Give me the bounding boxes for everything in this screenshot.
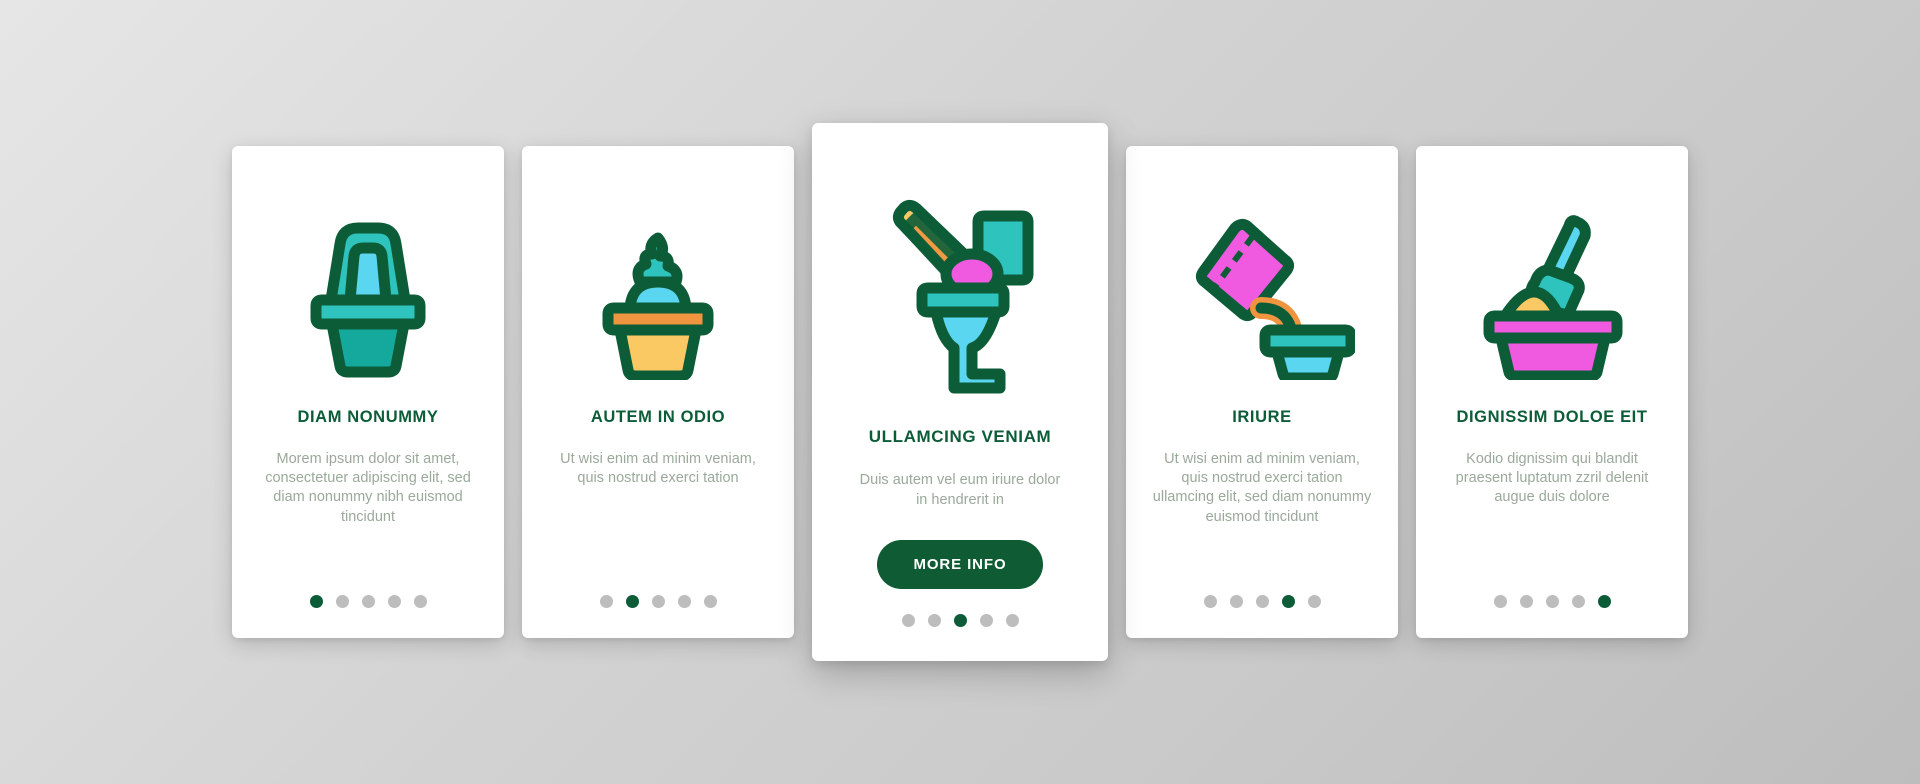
card-body-text: Kodio dignissim qui blandit praesent lup… xyxy=(1455,450,1649,506)
pagination-dot-5[interactable] xyxy=(1307,595,1321,608)
pagination-dots xyxy=(1126,595,1398,608)
litter-box-icon xyxy=(310,222,426,378)
pagination-dot-3[interactable] xyxy=(651,595,665,608)
card-autem-in-odio[interactable]: AUTEM IN ODIO Ut wisi enim ad minim venia… xyxy=(522,146,794,638)
card-body-text: Ut wisi enim ad minim veniam, quis nostr… xyxy=(560,450,756,487)
pagination-dot-5[interactable] xyxy=(413,595,427,608)
card-title: IRIURE xyxy=(1232,408,1292,426)
pouring-bag-tray-icon-wrapper xyxy=(1144,176,1380,408)
card-title: DIGNISSIM DOLOE EIT xyxy=(1456,408,1648,426)
pagination-dot-2[interactable] xyxy=(335,595,349,608)
scoop-in-tray-icon xyxy=(1483,215,1623,380)
pagination-dot-4-active[interactable] xyxy=(1281,595,1295,608)
toilet-brush-icon xyxy=(892,199,1034,394)
pagination-dot-4[interactable] xyxy=(387,595,401,608)
pagination-dot-2-active[interactable] xyxy=(625,595,639,608)
pagination-dot-4[interactable] xyxy=(1571,595,1585,608)
pagination-dot-1-active[interactable] xyxy=(309,595,323,608)
pagination-dot-1[interactable] xyxy=(1203,595,1217,608)
card-dignissim-doloe-eit[interactable]: DIGNISSIM DOLOE EIT Kodio dignissim qui b… xyxy=(1416,146,1688,638)
pagination-dot-4[interactable] xyxy=(677,595,691,608)
pagination-dot-5[interactable] xyxy=(703,595,717,608)
pagination-dots xyxy=(812,614,1108,627)
pagination-dot-2[interactable] xyxy=(1229,595,1243,608)
pagination-dot-1[interactable] xyxy=(599,595,613,608)
litter-scoop-pile-icon-wrapper xyxy=(540,176,776,408)
pagination-dots xyxy=(232,595,504,608)
card-ullamcing-veniam[interactable]: ULLAMCING VENIAM Duis autem vel eum iriur… xyxy=(812,123,1108,661)
pagination-dot-3[interactable] xyxy=(361,595,375,608)
more-info-button[interactable]: MORE INFO xyxy=(877,539,1043,589)
card-body-text: Duis autem vel eum iriure dolor in hendr… xyxy=(859,472,1061,508)
card-title: ULLAMCING VENIAM xyxy=(868,427,1052,446)
card-iriure[interactable]: IRIURE Ut wisi enim ad minim veniam, quis… xyxy=(1126,146,1398,638)
pagination-dot-2[interactable] xyxy=(1519,595,1533,608)
pagination-dot-4[interactable] xyxy=(979,614,993,627)
card-title: DIAM NONUMMY xyxy=(297,408,439,426)
litter-scoop-pile-icon xyxy=(602,232,714,380)
card-diam-nonummy[interactable]: DIAM NONUMMY Morem ipsum dolor sit amet, … xyxy=(232,146,504,638)
pagination-dot-1[interactable] xyxy=(901,614,915,627)
onboarding-screens-container: DIAM NONUMMY Morem ipsum dolor sit amet, … xyxy=(0,0,1920,784)
card-body-text: Morem ipsum dolor sit amet, consectetuer… xyxy=(265,450,471,525)
pagination-dot-5-active[interactable] xyxy=(1597,595,1611,608)
pagination-dots xyxy=(1416,595,1688,608)
card-body-text: Ut wisi enim ad minim veniam, quis nostr… xyxy=(1152,450,1372,525)
pagination-dots xyxy=(522,595,794,608)
pagination-dot-3[interactable] xyxy=(1545,595,1559,608)
card-title: AUTEM IN ODIO xyxy=(590,408,726,426)
pagination-dot-5[interactable] xyxy=(1005,614,1019,627)
pagination-dot-1[interactable] xyxy=(1493,595,1507,608)
toilet-brush-icon-wrapper xyxy=(830,159,1090,427)
pagination-dot-3-active[interactable] xyxy=(953,614,967,627)
pagination-dot-3[interactable] xyxy=(1255,595,1269,608)
litter-box-icon-wrapper xyxy=(250,176,486,408)
scoop-in-tray-icon-wrapper xyxy=(1434,176,1670,408)
pagination-dot-2[interactable] xyxy=(927,614,941,627)
pouring-bag-tray-icon xyxy=(1195,218,1355,380)
